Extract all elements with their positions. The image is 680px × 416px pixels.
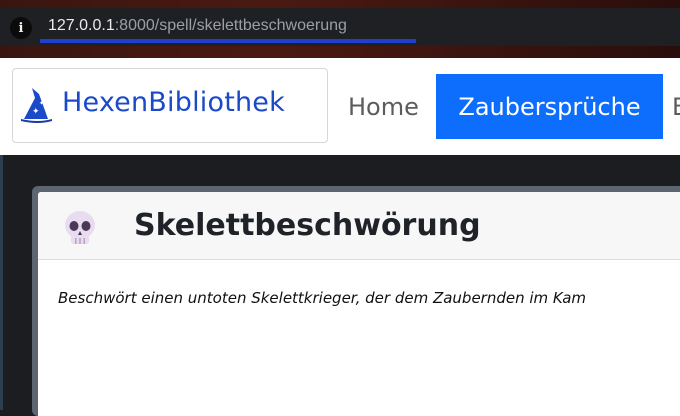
spell-card: Skelettbeschwörung Beschwört einen untot… — [32, 186, 680, 416]
svg-text:✦: ✦ — [39, 100, 44, 107]
url-text[interactable]: 127.0.0.1:8000/spell/skelettbeschwoerung — [48, 17, 347, 35]
url-host: 127.0.0.1 — [48, 17, 115, 34]
nav-link-home[interactable]: Home — [348, 93, 419, 121]
address-bar[interactable]: i 127.0.0.1:8000/spell/skelettbeschwoeru… — [0, 8, 680, 46]
skull-icon — [65, 211, 95, 244]
navbar: ✦ ✦ HexenBibliothek Home Zaubersprüche B — [0, 58, 680, 155]
spell-card-body: Skelettbeschwörung Beschwört einen untot… — [38, 192, 680, 416]
url-path: :8000/spell/skelettbeschwoerung — [114, 17, 347, 34]
spell-description: Beschwört einen untoten Skelettkrieger, … — [58, 289, 587, 307]
site-info-icon[interactable]: i — [10, 17, 32, 39]
url-highlight-underline — [40, 39, 416, 43]
nav-link-zaubersprueche[interactable]: Zaubersprüche — [436, 74, 663, 139]
wizard-hat-icon: ✦ ✦ — [21, 88, 52, 123]
spell-card-header: Skelettbeschwörung — [38, 192, 680, 260]
page-left-edge — [0, 155, 3, 410]
brand-link[interactable]: ✦ ✦ HexenBibliothek — [12, 68, 328, 143]
nav-link-next[interactable]: B — [672, 93, 680, 121]
spell-title: Skelettbeschwörung — [134, 208, 481, 243]
brand-name: HexenBibliothek — [62, 87, 285, 118]
svg-text:✦: ✦ — [32, 107, 40, 117]
